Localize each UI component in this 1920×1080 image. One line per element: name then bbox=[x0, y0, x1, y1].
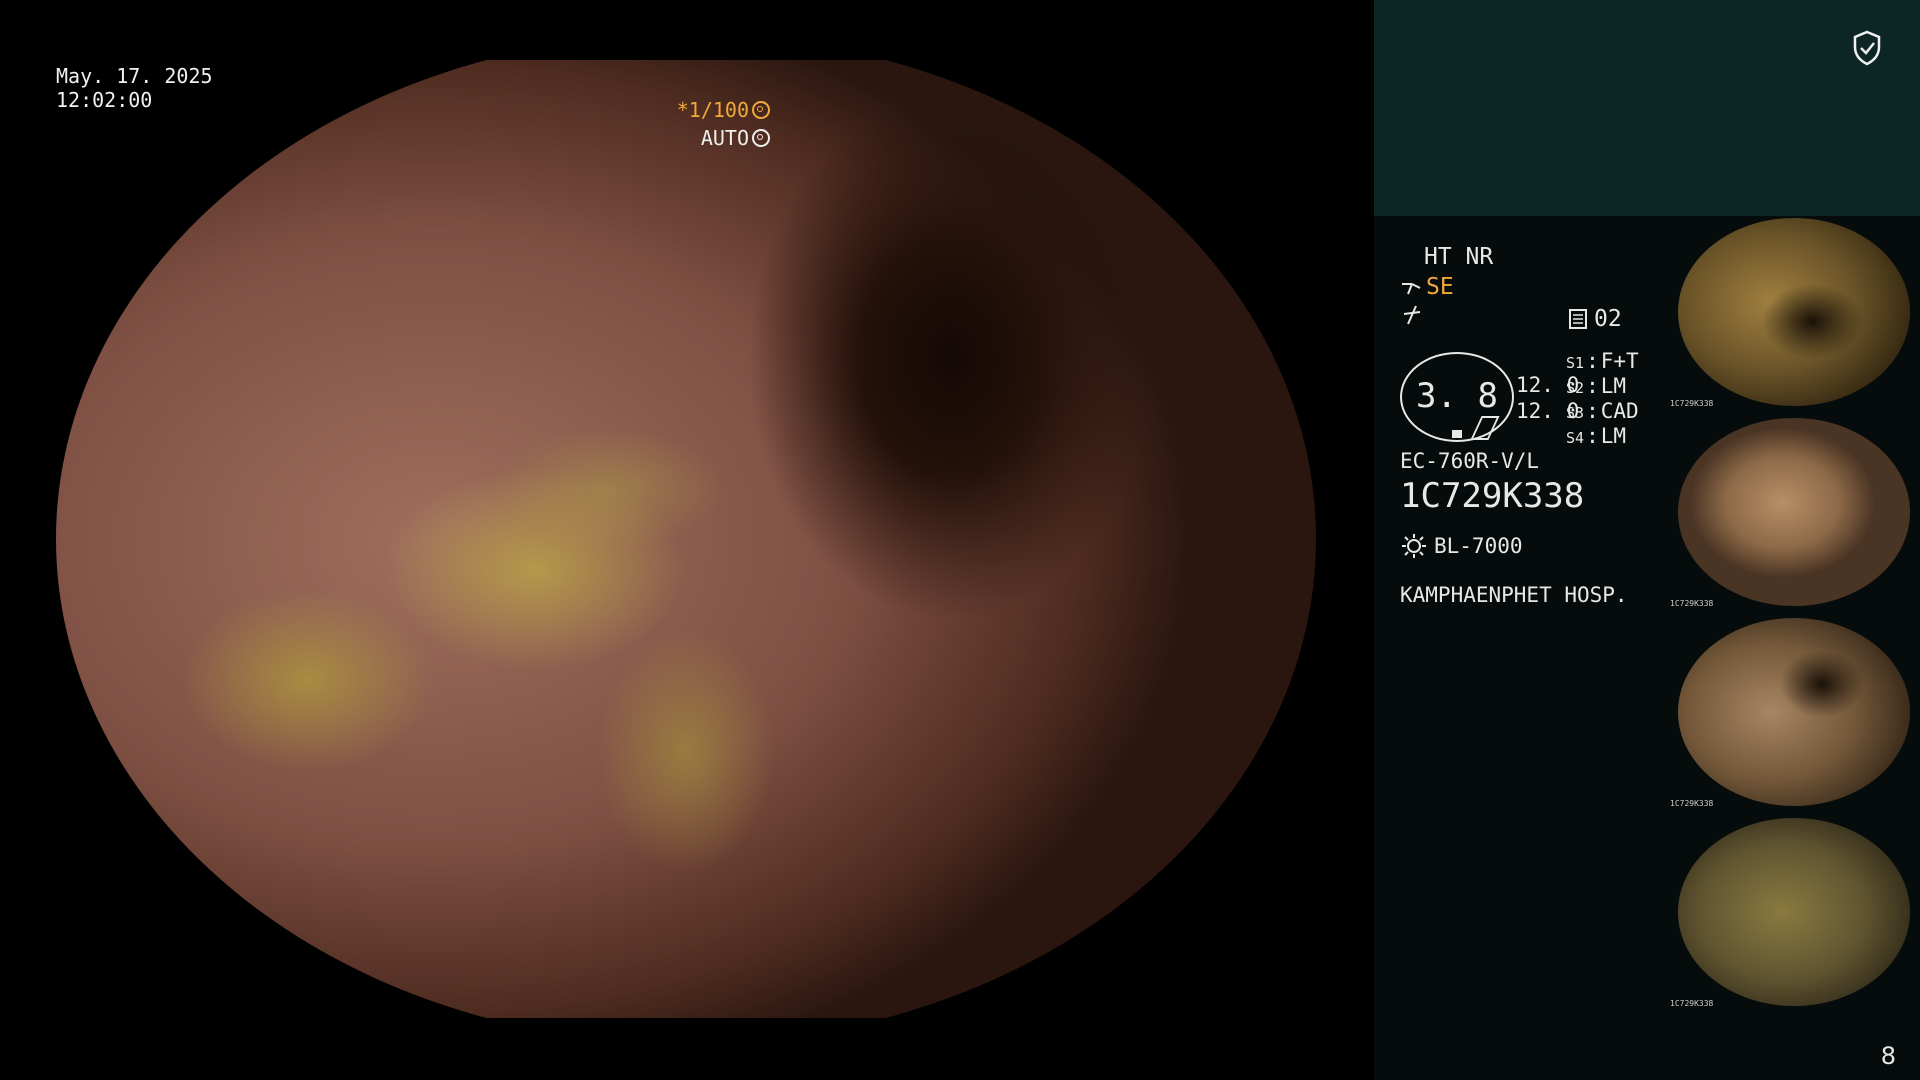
scope-model: EC-760R-V/L bbox=[1400, 449, 1540, 473]
switch-s3: S3: CAD bbox=[1566, 399, 1639, 423]
page-number: 8 bbox=[1880, 1042, 1896, 1070]
thumbnail-image bbox=[1678, 218, 1910, 406]
scope-serial: 1C729K338 bbox=[1400, 476, 1585, 516]
date-text: May. 17. 2025 bbox=[56, 64, 213, 88]
thumbnail-image bbox=[1678, 618, 1910, 806]
switch-s4: S4: LM bbox=[1566, 424, 1627, 448]
filter-list-icon bbox=[1569, 309, 1587, 329]
switch-key: S4 bbox=[1566, 429, 1585, 447]
image-mask-top bbox=[0, 0, 1374, 60]
gauge-marker-icon bbox=[1452, 430, 1462, 438]
switch-key: S2 bbox=[1566, 379, 1585, 397]
shutter-speed: *1/100 bbox=[677, 98, 770, 122]
switch-value: CAD bbox=[1600, 399, 1639, 423]
switch-s1: S1: F+T bbox=[1566, 349, 1639, 373]
shutter-icon bbox=[752, 101, 770, 119]
zoom-gauge: 3. 8 bbox=[1400, 352, 1514, 442]
mode-number: 02 bbox=[1594, 306, 1622, 332]
image-mask-bottom bbox=[0, 1018, 1374, 1080]
thumbnail-label: 1C729K338 bbox=[1670, 599, 1714, 608]
structure-label: SE bbox=[1426, 274, 1454, 300]
switch-s2: S2: LM bbox=[1566, 374, 1627, 398]
enhancement-mode: HT NR bbox=[1424, 244, 1494, 270]
time-text: 12:02:00 bbox=[56, 88, 153, 112]
thumbnail-3[interactable]: 1C729K338 bbox=[1670, 616, 1920, 810]
panel-header bbox=[1374, 0, 1920, 216]
switch-value: LM bbox=[1600, 424, 1627, 448]
gauge-value: 3. 8 bbox=[1416, 376, 1498, 416]
thumbnail-label: 1C729K338 bbox=[1670, 399, 1714, 408]
shutter-speed-label: *1/100 bbox=[676, 98, 749, 122]
info-side-panel: HT NR SE 02 3. 8 12. 0 12. 0 S1: F+T S2:… bbox=[1374, 0, 1920, 1080]
gauge-slash-icon bbox=[1470, 416, 1500, 440]
thumbnail-label: 1C729K338 bbox=[1670, 999, 1714, 1008]
thumbnail-image bbox=[1678, 818, 1910, 1006]
light-source-label: BL-7000 bbox=[1434, 534, 1523, 558]
hospital-name: KAMPHAENPHET HOSP. bbox=[1400, 583, 1628, 607]
iris-mode: AUTO bbox=[701, 126, 770, 150]
structure-enhancement: SE bbox=[1400, 274, 1454, 300]
thumbnail-1[interactable]: 1C729K338 bbox=[1670, 216, 1920, 410]
scope-tip-icon bbox=[1402, 283, 1421, 295]
thumbnail-column: 1C729K338 1C729K338 1C729K338 1C729K338 bbox=[1670, 216, 1920, 1016]
switch-key: S1 bbox=[1566, 354, 1585, 372]
sun-icon bbox=[1402, 534, 1426, 558]
iris-mode-label: AUTO bbox=[700, 126, 749, 150]
shield-check-icon bbox=[1853, 30, 1881, 66]
switch-value: LM bbox=[1600, 374, 1627, 398]
thumbnail-label: 1C729K338 bbox=[1670, 799, 1714, 808]
endoscope-main-view: May. 17. 2025 12:02:00 *1/100 AUTO bbox=[0, 0, 1374, 1080]
switch-value: F+T bbox=[1600, 349, 1639, 373]
mode-indicator: 02 bbox=[1568, 306, 1622, 332]
iris-icon bbox=[752, 129, 770, 147]
light-source: BL-7000 bbox=[1400, 532, 1523, 560]
thumbnail-2[interactable]: 1C729K338 bbox=[1670, 416, 1920, 610]
endoscopic-image bbox=[56, 34, 1316, 1044]
switch-key: S3 bbox=[1566, 404, 1585, 422]
thumbnail-4[interactable]: 1C729K338 bbox=[1670, 816, 1920, 1010]
thumbnail-image bbox=[1678, 418, 1910, 606]
sharpness-icon bbox=[1402, 304, 1422, 332]
